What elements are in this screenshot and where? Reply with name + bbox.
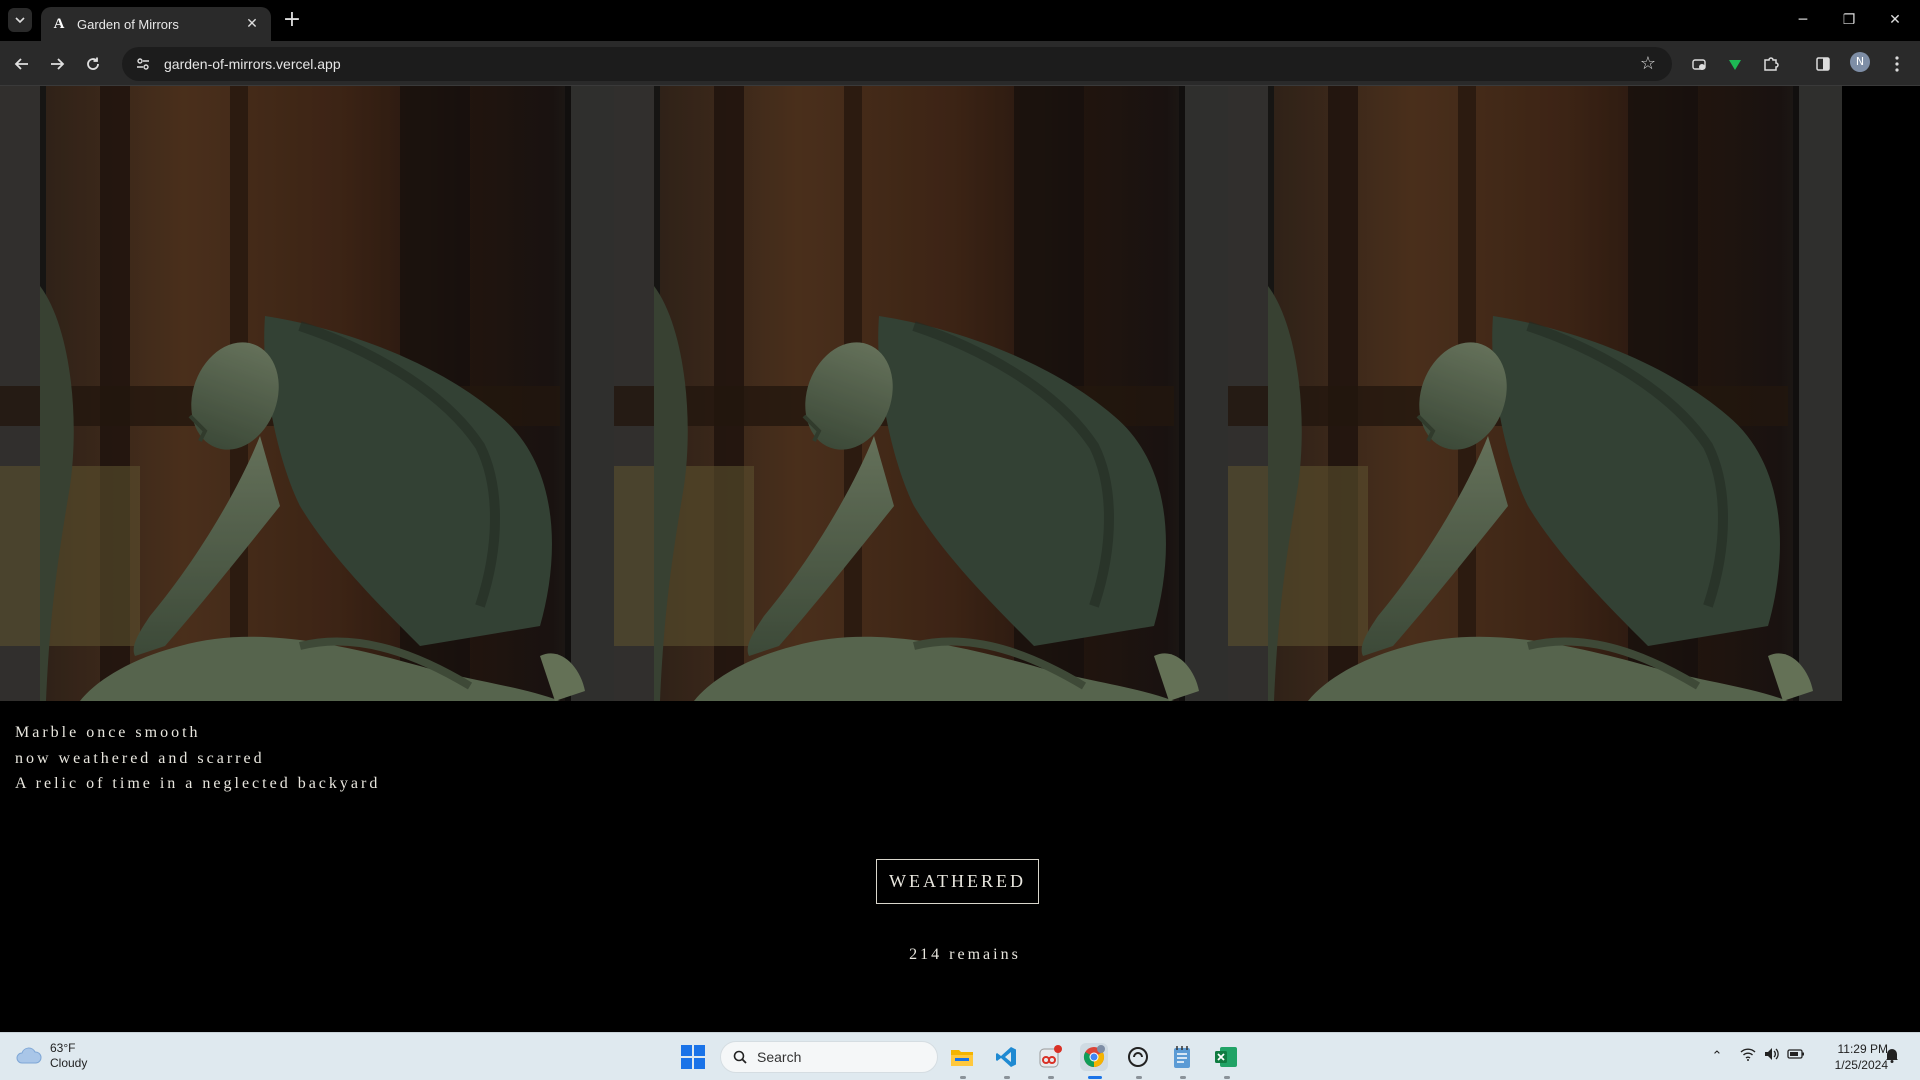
poem: Marble once smooth now weathered and sca… [15, 720, 380, 797]
start-windows-icon[interactable] [681, 1045, 705, 1069]
snipping-tool-icon[interactable] [1036, 1043, 1064, 1071]
show-hidden-icons-chevron-icon[interactable]: ⌃ [1707, 1047, 1727, 1067]
running-indicator [1224, 1076, 1230, 1079]
clock-date: 1/25/2024 [1834, 1058, 1888, 1072]
tab-bar: A Garden of Mirrors ✕ + ─ ❐ ✕ [0, 0, 1920, 41]
vscode-icon[interactable] [992, 1043, 1020, 1071]
poem-line: A relic of time in a neglected backyard [15, 775, 381, 792]
statue-image-panel [1228, 86, 1842, 701]
arrow-left-icon [14, 58, 28, 70]
weathered-button[interactable]: WEATHERED [876, 859, 1039, 904]
restore-icon[interactable]: ❐ [1826, 8, 1872, 32]
minimize-icon[interactable]: ─ [1780, 8, 1826, 32]
taskbar: 63°F Cloudy Search ⌃ 11:29 PM 1/25/2024 [0, 1032, 1920, 1080]
clock-time: 11:29 PM [1837, 1042, 1888, 1056]
notification-bell-icon[interactable] [1882, 1047, 1902, 1067]
weather-temp: 63°F [50, 1041, 76, 1055]
file-explorer-icon[interactable] [948, 1043, 976, 1071]
statue-image-gallery [0, 86, 1920, 701]
poem-line: now weathered and scarred [15, 749, 265, 767]
tab-search-button[interactable] [8, 8, 32, 32]
weather-widget[interactable]: 63°F Cloudy [16, 1041, 87, 1071]
taskbar-search-placeholder: Search [757, 1049, 802, 1065]
site-favicon-icon: A [53, 16, 65, 32]
search-icon [733, 1050, 747, 1064]
system-clock[interactable]: 11:29 PM 1/25/2024 [1808, 1041, 1888, 1073]
battery-icon[interactable] [1786, 1047, 1806, 1067]
running-indicator [1136, 1076, 1142, 1079]
browser-toolbar: garden-of-mirrors.vercel.app ☆ [0, 41, 1920, 86]
profile-avatar[interactable]: N [1850, 52, 1870, 72]
close-window-icon[interactable]: ✕ [1872, 8, 1918, 32]
cloud-icon [16, 1047, 42, 1064]
reload-icon [87, 57, 99, 70]
bookmark-star-icon[interactable]: ☆ [1638, 54, 1658, 74]
running-indicator [1048, 1076, 1054, 1079]
browser-tab[interactable]: A Garden of Mirrors ✕ [41, 7, 271, 41]
side-panel-icon[interactable] [1812, 53, 1834, 75]
chrome-icon[interactable] [1080, 1043, 1108, 1071]
forward-button[interactable] [43, 50, 71, 78]
taskbar-search-box[interactable]: Search [720, 1041, 938, 1073]
arrow-right-icon [51, 58, 65, 70]
running-indicator [960, 1076, 966, 1079]
volume-icon[interactable] [1762, 1047, 1782, 1067]
wifi-icon[interactable] [1738, 1047, 1758, 1067]
menu-kebab-icon[interactable] [1886, 53, 1908, 75]
remains-count: 214 remains [909, 946, 1021, 963]
back-button[interactable] [8, 50, 36, 78]
url-text[interactable]: garden-of-mirrors.vercel.app [164, 56, 341, 72]
vpn-shield-icon[interactable] [1724, 53, 1746, 75]
reload-button[interactable] [79, 50, 107, 78]
page-content: Marble once smooth now weathered and sca… [0, 86, 1920, 1032]
statue-image-panel [614, 86, 1228, 701]
extensions-puzzle-icon[interactable] [1760, 53, 1782, 75]
extension-icon[interactable] [1688, 53, 1710, 75]
tab-close-icon[interactable]: ✕ [243, 16, 261, 32]
address-bar[interactable]: garden-of-mirrors.vercel.app ☆ [122, 47, 1672, 81]
clipchamp-icon[interactable] [1124, 1043, 1152, 1071]
active-indicator [1088, 1076, 1102, 1079]
statue-image-panel [0, 86, 614, 701]
notepad-icon[interactable] [1168, 1043, 1196, 1071]
poem-line: Marble once smooth [15, 724, 201, 741]
weather-desc: Cloudy [50, 1056, 88, 1070]
tab-title: Garden of Mirrors [77, 16, 179, 32]
chevron-down-icon [15, 17, 25, 24]
excel-icon[interactable] [1212, 1043, 1240, 1071]
running-indicator [1180, 1076, 1186, 1079]
site-info-icon[interactable] [134, 55, 152, 73]
new-tab-button[interactable]: + [280, 9, 304, 33]
running-indicator [1004, 1076, 1010, 1079]
